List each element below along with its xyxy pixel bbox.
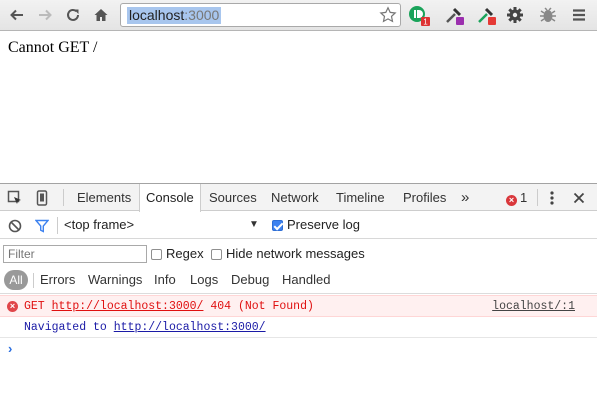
tab-sources[interactable]: Sources xyxy=(203,184,263,211)
level-debug[interactable]: Debug xyxy=(231,272,269,287)
devtools-tabbar: Elements Console Sources Network Timelin… xyxy=(0,184,597,212)
devtools-panel: Elements Console Sources Network Timelin… xyxy=(0,183,597,404)
kebab-menu-icon[interactable] xyxy=(543,189,561,206)
tab-timeline[interactable]: Timeline xyxy=(330,184,391,211)
url-text[interactable]: localhost:3000 xyxy=(127,7,222,24)
error-source-link[interactable]: localhost/:1 xyxy=(492,300,575,313)
navigated-text: Navigated to http://localhost:3000/ xyxy=(24,321,266,334)
reload-icon[interactable] xyxy=(62,4,84,26)
device-mode-icon[interactable] xyxy=(33,189,51,206)
regex-checkbox[interactable] xyxy=(151,249,162,260)
error-counter[interactable]: × 1 xyxy=(506,184,527,211)
toolbar-divider xyxy=(57,217,58,234)
eyedropper-purple-icon[interactable] xyxy=(443,4,465,26)
navigated-url-link[interactable]: http://localhost:3000/ xyxy=(114,321,266,334)
preserve-log-label[interactable]: Preserve log xyxy=(287,217,360,232)
more-tabs-button[interactable]: » xyxy=(455,184,475,211)
level-filter-bar: All Errors Warnings Info Logs Debug Hand… xyxy=(0,268,597,294)
console-prompt[interactable]: › xyxy=(8,341,12,356)
page-message: Cannot GET / xyxy=(8,39,98,56)
star-icon[interactable] xyxy=(379,6,397,27)
level-warnings[interactable]: Warnings xyxy=(88,272,142,287)
tab-elements[interactable]: Elements xyxy=(71,184,137,211)
forward-arrow-icon[interactable] xyxy=(34,4,56,26)
frame-selector[interactable]: <top frame> xyxy=(64,217,134,232)
navigated-prefix: Navigated to xyxy=(24,321,107,334)
chevron-down-icon[interactable]: ▼ xyxy=(249,219,259,230)
inspect-element-icon[interactable] xyxy=(6,189,24,206)
address-bar[interactable]: localhost:3000 xyxy=(120,3,401,27)
green-extension-icon[interactable]: 1 xyxy=(408,4,430,26)
tab-console[interactable]: Console xyxy=(139,184,201,212)
level-divider xyxy=(33,273,34,288)
eyedropper-red-icon[interactable] xyxy=(475,4,497,26)
toolbar-divider xyxy=(537,189,538,206)
gear-icon[interactable] xyxy=(504,4,526,26)
url-host: localhost xyxy=(129,7,185,23)
filter-funnel-icon[interactable] xyxy=(33,217,51,234)
home-icon[interactable] xyxy=(90,4,112,26)
console-error-message: × GET http://localhost:3000/ 404 (Not Fo… xyxy=(0,295,597,317)
console-toolbar: <top frame> ▼ Preserve log xyxy=(0,212,597,239)
extension-badge: 1 xyxy=(423,18,428,27)
error-count: 1 xyxy=(520,190,528,205)
level-handled[interactable]: Handled xyxy=(282,272,330,287)
level-errors[interactable]: Errors xyxy=(40,272,75,287)
hide-network-checkbox[interactable] xyxy=(211,249,222,260)
tab-network[interactable]: Network xyxy=(265,184,325,211)
tab-profiles[interactable]: Profiles xyxy=(397,184,452,211)
toolbar-divider xyxy=(63,189,64,206)
back-arrow-icon[interactable] xyxy=(6,4,28,26)
url-port: :3000 xyxy=(184,7,220,23)
close-icon[interactable] xyxy=(570,189,588,206)
console-navigated-message: Navigated to http://localhost:3000/ xyxy=(0,318,597,338)
error-method: GET xyxy=(24,300,45,313)
level-info[interactable]: Info xyxy=(154,272,176,287)
hide-network-label[interactable]: Hide network messages xyxy=(226,246,365,261)
bug-icon[interactable] xyxy=(537,4,559,26)
browser-toolbar: localhost:3000 1 xyxy=(0,0,597,31)
hamburger-menu-icon[interactable] xyxy=(568,4,590,26)
level-all-button[interactable]: All xyxy=(4,270,28,290)
filter-input[interactable] xyxy=(3,245,147,263)
regex-label[interactable]: Regex xyxy=(166,246,204,261)
error-status: 404 (Not Found) xyxy=(210,300,314,313)
clear-console-icon[interactable] xyxy=(6,217,24,234)
preserve-log-checkbox[interactable] xyxy=(272,220,283,231)
error-icon: × xyxy=(7,301,18,312)
error-icon: × xyxy=(506,195,517,206)
error-text: GET http://localhost:3000/ 404 (Not Foun… xyxy=(24,300,314,313)
error-url-link[interactable]: http://localhost:3000/ xyxy=(52,300,204,313)
filter-bar: Regex Hide network messages xyxy=(0,240,597,268)
level-logs[interactable]: Logs xyxy=(190,272,218,287)
